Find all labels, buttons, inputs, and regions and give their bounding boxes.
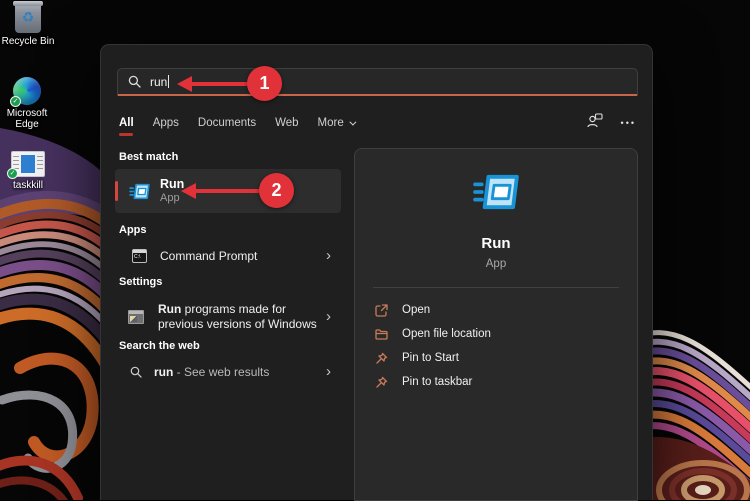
sync-check-badge-icon: ✓	[7, 168, 18, 179]
action-open-file-location[interactable]: Open file location	[355, 322, 637, 346]
result-label: Run programs made for previous versions …	[158, 302, 317, 332]
action-pin-to-start[interactable]: Pin to Start	[355, 346, 637, 370]
preview-panel: Run App Open Open file location	[354, 148, 638, 501]
result-label: Command Prompt	[160, 249, 257, 263]
desktop-icon-taskkill[interactable]: ✓ taskkill	[0, 151, 57, 191]
recycle-bin-icon: ♻	[15, 3, 41, 33]
result-label: run - See web results	[154, 365, 269, 379]
desktop-icon-microsoft-edge[interactable]: ✓ Microsoft Edge	[0, 77, 56, 130]
tab-documents[interactable]: Documents	[198, 117, 256, 129]
account-options-icon[interactable]	[587, 113, 603, 133]
search-icon	[128, 75, 141, 88]
tab-web[interactable]: Web	[275, 117, 298, 129]
result-label-bold: Run	[158, 302, 181, 316]
tab-more[interactable]: More	[318, 117, 354, 129]
section-header-best-match: Best match	[119, 151, 178, 163]
annotation-arrow-1-shaft	[191, 82, 251, 86]
annotation-arrow-1-head	[177, 76, 192, 92]
section-header-apps: Apps	[119, 224, 147, 236]
preview-title: Run	[355, 235, 637, 252]
result-compatibility-settings[interactable]: Run programs made for previous versions …	[115, 295, 341, 339]
result-command-prompt[interactable]: Command Prompt ›	[115, 241, 341, 271]
section-header-search-web: Search the web	[119, 340, 200, 352]
selection-accent-bar	[115, 181, 118, 201]
annotation-arrow-2-shaft	[195, 189, 263, 193]
text-caret	[168, 75, 169, 88]
annotation-step-2-circle: 2	[259, 173, 294, 208]
command-prompt-icon	[132, 249, 147, 263]
divider	[373, 287, 619, 288]
desktop-icon-recycle-bin[interactable]: ♻ Recycle Bin	[0, 3, 57, 47]
search-filter-tabs: All Apps Documents Web More •••	[119, 111, 636, 135]
folder-icon	[375, 328, 388, 341]
search-flyout-window: run All Apps Documents Web More ••• Best…	[100, 44, 653, 500]
search-icon	[130, 366, 142, 378]
screen: ♻ Recycle Bin ✓ Microsoft Edge ✓ taskkil…	[0, 0, 750, 500]
action-open[interactable]: Open	[355, 298, 637, 322]
action-label: Pin to taskbar	[402, 376, 472, 388]
desktop-icon-label: Microsoft Edge	[0, 108, 56, 130]
result-label-rest: - See web results	[173, 365, 269, 379]
annotation-arrow-2-head	[181, 183, 196, 199]
compatibility-settings-icon	[128, 310, 144, 324]
annotation-step-1-circle: 1	[247, 66, 282, 101]
action-pin-to-taskbar[interactable]: Pin to taskbar	[355, 370, 637, 394]
recycle-arrows-glyph: ♻	[15, 10, 41, 24]
open-external-icon	[375, 304, 388, 317]
result-label-bold: run	[154, 365, 173, 379]
chevron-right-icon: ›	[326, 312, 333, 322]
pin-icon	[375, 376, 388, 389]
tab-apps[interactable]: Apps	[153, 117, 179, 129]
preview-subtitle: App	[355, 258, 637, 270]
chevron-down-icon	[349, 119, 356, 126]
action-label: Open file location	[402, 328, 491, 340]
section-header-settings: Settings	[119, 276, 162, 288]
pin-icon	[375, 352, 388, 365]
chevron-right-icon: ›	[326, 251, 333, 261]
result-label-rest: programs made for	[181, 302, 286, 316]
sync-check-badge-icon: ✓	[10, 96, 21, 107]
run-app-icon	[129, 183, 150, 200]
chevron-right-icon: ›	[326, 367, 333, 377]
annotation-step-number: 1	[259, 73, 269, 94]
action-label: Pin to Start	[402, 352, 459, 364]
annotation-step-number: 2	[271, 180, 281, 201]
action-label: Open	[402, 304, 430, 316]
more-options-icon[interactable]: •••	[621, 118, 636, 128]
desktop-icon-label: Recycle Bin	[0, 36, 57, 47]
result-label-line2: previous versions of Windows	[158, 317, 317, 332]
run-app-icon-large	[473, 173, 519, 211]
desktop-icon-label: taskkill	[0, 180, 57, 191]
result-web-search-run[interactable]: run - See web results ›	[115, 358, 341, 386]
search-query-text: run	[150, 75, 167, 89]
tab-all[interactable]: All	[119, 117, 134, 129]
